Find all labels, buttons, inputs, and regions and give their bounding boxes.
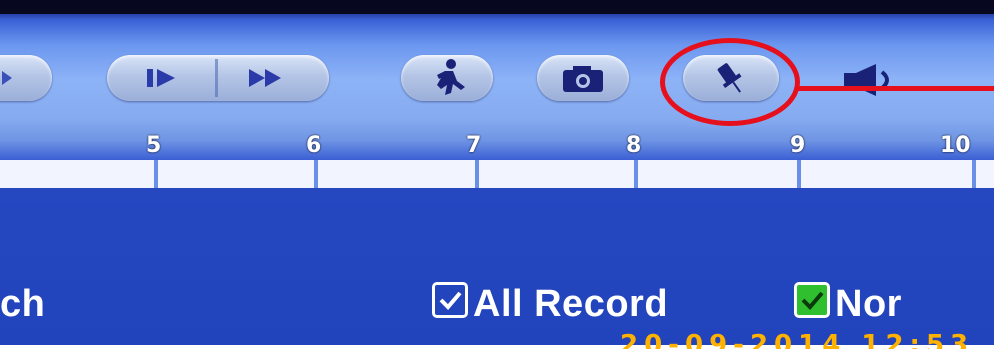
normal-record-checkbox[interactable]	[794, 282, 830, 318]
camera-snapshot-icon	[563, 66, 603, 92]
timeline-hour-label: 10	[940, 133, 971, 158]
speaker-icon	[844, 64, 889, 96]
timeline-tick	[634, 160, 638, 188]
step-forward-icon	[147, 69, 175, 87]
timeline-tick	[154, 160, 158, 188]
normal-record-label: Nor	[835, 283, 902, 325]
rewind-button[interactable]	[0, 55, 52, 101]
motion-search-button[interactable]	[401, 55, 493, 101]
timeline-ruler[interactable]	[0, 160, 994, 188]
checkmark-icon	[801, 291, 824, 310]
timeline-tick	[475, 160, 479, 188]
step-forward-button[interactable]	[107, 55, 215, 101]
timeline-hour-label: 9	[790, 133, 806, 158]
timeline-hour-label: 8	[626, 133, 642, 158]
playback-controls-pill	[107, 55, 329, 101]
top-bar	[0, 0, 994, 14]
timeline-hour-label: 7	[466, 133, 482, 158]
timeline-tick	[797, 160, 801, 188]
snapshot-button[interactable]	[537, 55, 629, 101]
fast-forward-icon	[249, 69, 281, 87]
annotation-circle	[660, 38, 800, 126]
all-record-checkbox[interactable]	[432, 282, 468, 318]
checkmark-icon	[439, 291, 462, 310]
dvr-playback-panel: 5 6 7 8 9 10 ch All Record Nor 20-09-201…	[0, 0, 994, 349]
motion-person-icon	[437, 59, 465, 95]
timeline-tick	[972, 160, 976, 188]
timestamp: 20-09-2014 12:53	[620, 330, 975, 349]
timeline-hour-label: 6	[306, 133, 322, 158]
all-record-label: All Record	[473, 283, 669, 325]
timeline-tick	[314, 160, 318, 188]
button-divider	[215, 59, 218, 97]
rewind-icon	[2, 71, 12, 85]
search-label-partial: ch	[0, 283, 46, 325]
timeline-hour-label: 5	[146, 133, 162, 158]
volume-button[interactable]	[838, 60, 918, 100]
fast-forward-button[interactable]	[219, 55, 329, 101]
annotation-pointer-line	[798, 86, 994, 91]
